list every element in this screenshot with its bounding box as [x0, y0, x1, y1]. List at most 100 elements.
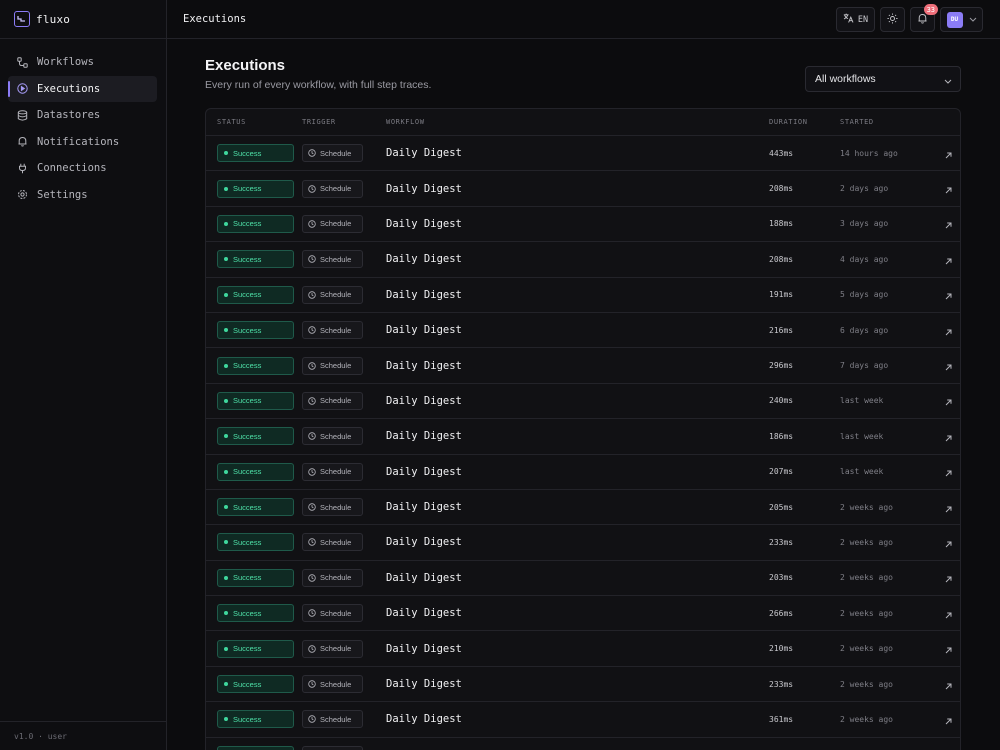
table-row[interactable]: Success Schedule Daily Digest 191ms 5 da…	[206, 278, 960, 313]
table-row[interactable]: Success Schedule Daily Digest 361ms 2 we…	[206, 702, 960, 738]
brand-name: fluxo	[36, 12, 71, 26]
status-dot-icon	[224, 505, 228, 510]
trigger-label: Schedule	[320, 184, 352, 194]
logo-icon	[14, 11, 30, 27]
brand[interactable]: fluxo	[0, 0, 166, 39]
open-execution-link[interactable]	[936, 250, 960, 269]
theme-toggle[interactable]	[880, 7, 905, 32]
open-execution-link[interactable]	[936, 498, 960, 517]
clock-icon	[308, 680, 316, 688]
table-row[interactable]: Success Schedule Daily Digest 205ms 2 we…	[206, 490, 960, 526]
status-badge: Success	[217, 639, 294, 658]
sidebar-item-executions[interactable]: Executions	[8, 75, 157, 102]
trigger-label: Schedule	[320, 148, 352, 158]
status-dot-icon	[224, 682, 228, 687]
status-badge: Success	[217, 675, 294, 694]
trigger-badge: Schedule	[302, 427, 363, 446]
clock-icon	[308, 291, 316, 299]
open-execution-link[interactable]	[936, 391, 960, 410]
sidebar-item-settings[interactable]: Settings	[8, 182, 157, 208]
duration-value: 207ms	[769, 467, 794, 477]
open-execution-link[interactable]	[936, 710, 960, 729]
table-header: STATUS TRIGGER WORKFLOW DURATION STARTED	[206, 109, 960, 136]
language-button[interactable]: EN	[836, 7, 875, 32]
open-execution-link[interactable]	[936, 427, 960, 446]
arrow-up-right-icon	[945, 639, 952, 658]
status-dot-icon	[224, 717, 228, 722]
topbar-title: Executions	[183, 13, 247, 25]
sidebar-item-connections[interactable]: Connections	[8, 155, 157, 181]
sidebar-item-datastores[interactable]: Datastores	[8, 102, 157, 128]
trigger-badge: Schedule	[302, 675, 363, 694]
table-row[interactable]: Success Schedule Daily Digest 208ms 2 da…	[206, 171, 960, 207]
open-execution-link[interactable]	[936, 285, 960, 304]
workflow-name: Daily Digest	[386, 678, 462, 691]
workflow-name: Daily Digest	[386, 147, 462, 160]
trigger-badge: Schedule	[302, 462, 363, 481]
status-label: Success	[233, 467, 262, 477]
chevron-down-icon	[944, 75, 952, 87]
open-execution-link[interactable]	[936, 604, 960, 623]
workflow-filter-select[interactable]: All workflows	[805, 66, 961, 92]
open-execution-link[interactable]	[936, 356, 960, 375]
trigger-label: Schedule	[320, 537, 352, 547]
table-row[interactable]: Success Schedule Daily Digest 233ms 2 we…	[206, 667, 960, 703]
trigger-badge: Schedule	[302, 250, 363, 269]
table-row[interactable]: Success Schedule Daily Digest 186ms last…	[206, 419, 960, 455]
duration-value: 216ms	[769, 325, 794, 335]
arrow-up-right-icon	[945, 144, 952, 163]
table-row[interactable]: Success Schedule Daily Digest 443ms 14 h…	[206, 136, 960, 172]
topbar: Executions EN 33 DU	[167, 0, 1000, 39]
workflow-name: Daily Digest	[386, 217, 462, 230]
duration-value: 266ms	[769, 608, 794, 618]
duration-value: 210ms	[769, 644, 794, 654]
user-menu-button[interactable]: DU	[940, 7, 983, 32]
table-row[interactable]: Success Schedule Daily Digest 188ms 3 da…	[206, 207, 960, 243]
started-time: 2 weeks ago	[840, 502, 893, 512]
open-execution-link[interactable]	[936, 321, 960, 340]
open-execution-link[interactable]	[936, 144, 960, 163]
status-label: Success	[233, 290, 262, 300]
clock-icon	[308, 220, 316, 228]
workflow-name: Daily Digest	[386, 607, 462, 620]
clock-icon	[308, 432, 316, 441]
table-row[interactable]: Success Schedule Daily Digest 296ms 7 da…	[206, 348, 960, 384]
notifications-button[interactable]: 33	[910, 4, 938, 32]
trigger-badge: Schedule	[302, 179, 363, 198]
table-row[interactable]: Success Schedule Daily Digest 210ms 2 we…	[206, 631, 960, 667]
sidebar-item-notifications[interactable]: Notifications	[8, 129, 157, 155]
open-execution-link[interactable]	[936, 214, 960, 233]
status-badge: Success	[217, 427, 294, 446]
table-row[interactable]: Success Schedule Daily Digest 203ms 2 we…	[206, 561, 960, 597]
trigger-label: Schedule	[320, 396, 352, 406]
started-time: 2 weeks ago	[840, 714, 893, 724]
status-badge: Success	[217, 144, 294, 163]
sidebar-item-workflows[interactable]: Workflows	[8, 49, 157, 75]
table-row[interactable]: Success Schedule Daily Digest 240ms last…	[206, 384, 960, 420]
arrow-up-right-icon	[945, 427, 952, 446]
table-row[interactable]: Success Schedule Daily Digest 207ms last…	[206, 455, 960, 490]
open-execution-link[interactable]	[936, 179, 960, 198]
sidebar-item-label: Notifications	[37, 135, 120, 148]
status-label: Success	[233, 184, 262, 194]
executions-table: STATUS TRIGGER WORKFLOW DURATION STARTED…	[205, 108, 961, 750]
table-row[interactable]: Success Schedule Daily Digest 266ms 2 we…	[206, 596, 960, 632]
started-time: 4 days ago	[840, 254, 889, 264]
status-label: Success	[233, 254, 262, 264]
open-execution-link[interactable]	[936, 675, 960, 694]
table-row[interactable]: Success Schedule Daily Digest 208ms 4 da…	[206, 242, 960, 278]
arrow-up-right-icon	[945, 675, 952, 694]
open-execution-link[interactable]	[936, 639, 960, 658]
started-time: 2 weeks ago	[840, 644, 893, 654]
open-execution-link[interactable]	[936, 745, 960, 750]
status-label: Success	[233, 644, 262, 654]
open-execution-link[interactable]	[936, 568, 960, 587]
open-execution-link[interactable]	[936, 462, 960, 481]
table-row[interactable]: Success Schedule Daily Digest 233ms 2 we…	[206, 525, 960, 561]
arrow-up-right-icon	[945, 710, 952, 729]
table-row[interactable]: Success Schedule Daily Digest 216ms 6 da…	[206, 313, 960, 349]
arrow-up-right-icon	[945, 604, 952, 623]
open-execution-link[interactable]	[936, 533, 960, 552]
table-row[interactable]: Success Schedule	[206, 738, 960, 750]
duration-value: 191ms	[769, 290, 794, 300]
